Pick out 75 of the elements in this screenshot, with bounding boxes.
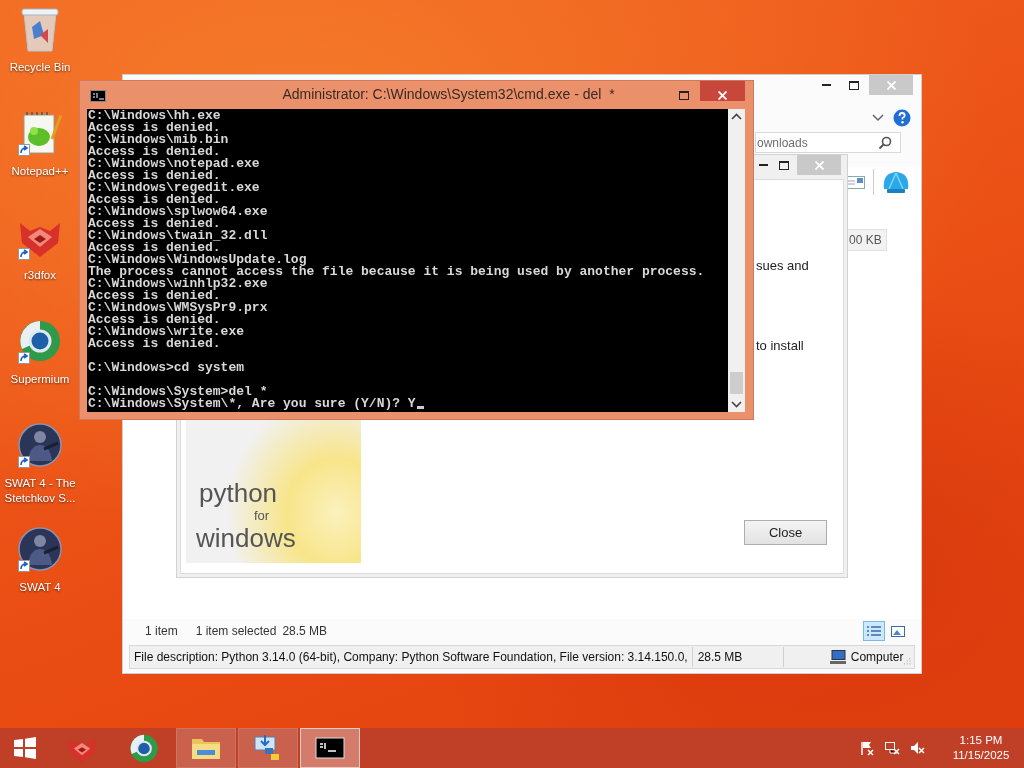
minimize-icon bbox=[821, 84, 831, 86]
file-size: 28.5 MB bbox=[692, 647, 784, 667]
status-text: 28.5 MB bbox=[282, 624, 328, 638]
details-view-button[interactable] bbox=[863, 621, 885, 641]
console-line: Access is denied. bbox=[88, 194, 221, 206]
console-line: Access is denied. bbox=[88, 146, 221, 158]
details-list-icon bbox=[865, 624, 883, 638]
window-title: Administrator: C:\Windows\System32\cmd.exe - del * bbox=[281, 86, 616, 102]
search-icon bbox=[878, 135, 892, 150]
game-icon[interactable] bbox=[18, 525, 62, 573]
flag-warning-icon[interactable] bbox=[859, 740, 875, 756]
close-button[interactable]: Close bbox=[744, 520, 827, 545]
console-line: C:\Windows\notepad.exe bbox=[88, 158, 260, 170]
desktop-icon-label[interactable]: Supermium bbox=[0, 372, 80, 387]
scrollbar[interactable] bbox=[728, 109, 745, 412]
file-description: File description: Python 3.14.0 (64-bit), Company: Python Software Foundation, File version: 3.14.150.0, bbox=[130, 647, 693, 667]
chevron-down-icon[interactable] bbox=[871, 113, 885, 123]
maximize-icon bbox=[779, 160, 789, 170]
banner-text: for bbox=[254, 509, 270, 522]
console-line: C:\Windows\System\*, Are you sure (Y/N)? Y bbox=[88, 398, 416, 410]
console-line: C:\Windows\write.exe bbox=[88, 326, 245, 338]
windows-logo-icon bbox=[13, 736, 37, 760]
console-line: C:\Windows\winhlp32.exe bbox=[88, 278, 268, 290]
console-line: C:\Windows\mib.bin bbox=[88, 134, 229, 146]
console-line: Access is denied. bbox=[88, 242, 221, 254]
banner-text: windows bbox=[196, 525, 296, 551]
maximize-icon bbox=[679, 91, 689, 100]
console-line: Access is denied. bbox=[88, 290, 221, 302]
console-line: C:\Windows\twain_32.dll bbox=[88, 230, 268, 242]
status-text: 1 item bbox=[145, 624, 178, 638]
recycle-bin-icon[interactable] bbox=[18, 5, 62, 53]
game-icon[interactable] bbox=[18, 421, 62, 469]
banner-text: python bbox=[199, 480, 278, 506]
clock[interactable]: 1:15 PM 11/15/2025 bbox=[948, 733, 1014, 763]
console-line: Access is denied. bbox=[88, 338, 221, 350]
status-text: 1 item selected bbox=[195, 624, 277, 638]
console-line: C:\Windows\splwow64.exe bbox=[88, 206, 268, 218]
shell-icon[interactable] bbox=[881, 169, 911, 195]
computer-icon bbox=[828, 649, 847, 665]
network-error-icon[interactable] bbox=[884, 740, 900, 756]
console-icon bbox=[315, 737, 345, 759]
console-line: C:\Windows\System>del * bbox=[88, 386, 268, 398]
search-field[interactable]: ownloads bbox=[755, 132, 901, 153]
speaker-muted-icon[interactable] bbox=[909, 740, 925, 756]
maximize-icon bbox=[849, 80, 859, 90]
console-line: Access is denied. bbox=[88, 218, 221, 230]
console-line: C:\Windows\WMSysPr9.prx bbox=[88, 302, 268, 314]
taskbar-button[interactable] bbox=[300, 728, 360, 768]
desktop-icon-label[interactable]: Recycle Bin bbox=[0, 60, 80, 75]
image-icon bbox=[889, 624, 907, 638]
close-icon bbox=[814, 160, 824, 170]
console-line: C:\Windows\regedit.exe bbox=[88, 182, 260, 194]
help-icon[interactable] bbox=[893, 109, 911, 127]
location-text: Computer bbox=[850, 650, 904, 664]
text-cursor bbox=[416, 406, 424, 409]
close-icon bbox=[718, 91, 727, 100]
desktop-icon-label[interactable]: Notepad++ bbox=[0, 164, 80, 179]
console-line: C:\Windows\WindowsUpdate.log bbox=[88, 254, 307, 266]
scroll-thumb[interactable] bbox=[730, 372, 743, 394]
desktop-icon-label[interactable]: SWAT 4 - The Stetchkov S... bbox=[0, 476, 80, 506]
close-button[interactable] bbox=[700, 81, 745, 101]
dialog-text: sues and bbox=[756, 258, 810, 274]
console-line: C:\Windows\hh.exe bbox=[88, 110, 221, 122]
console-icon bbox=[90, 90, 106, 102]
console-line: Access is denied. bbox=[88, 314, 221, 326]
console-line: Access is denied. bbox=[88, 170, 221, 182]
dialog-text: to install bbox=[756, 338, 805, 354]
desktop-icon-label[interactable]: SWAT 4 bbox=[0, 580, 80, 595]
resize-grip-icon[interactable] bbox=[903, 657, 911, 665]
console-line: The process cannot access the file because it is being used by another process. bbox=[88, 266, 705, 278]
close-icon bbox=[886, 80, 896, 90]
minimize-icon bbox=[758, 164, 768, 166]
desktop-icon-label[interactable]: r3dfox bbox=[0, 268, 80, 283]
console-line: Access is denied. bbox=[88, 122, 221, 134]
console-line: C:\Windows>cd system bbox=[88, 362, 245, 374]
